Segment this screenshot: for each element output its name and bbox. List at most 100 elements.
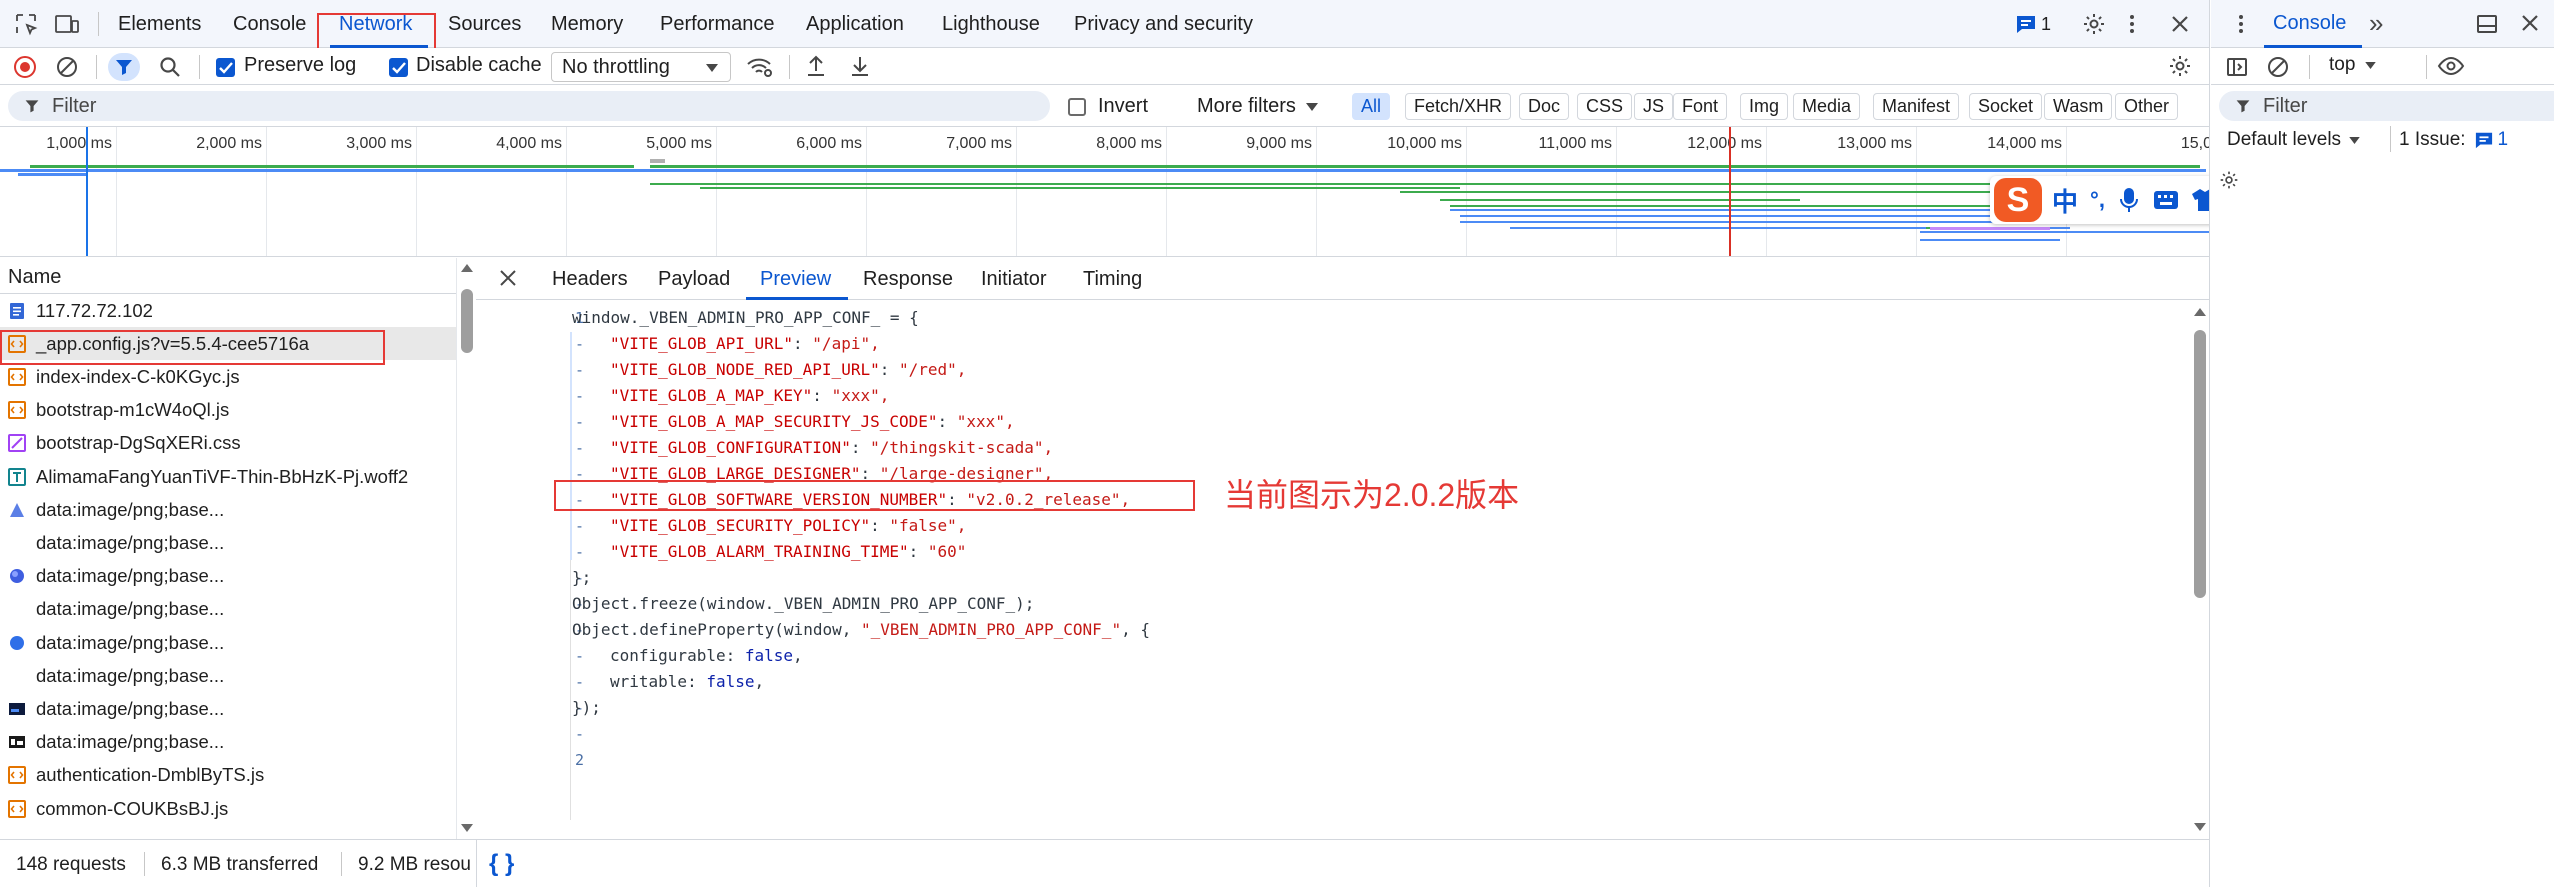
request-row[interactable]: 117.72.72.102 — [0, 294, 456, 327]
preserve-log-checkbox[interactable] — [216, 58, 235, 77]
more-filters-label: More filters — [1197, 95, 1296, 117]
console-settings-gear-icon[interactable] — [2219, 170, 2239, 190]
tab-timing[interactable]: Timing — [1083, 258, 1142, 300]
tab-headers[interactable]: Headers — [552, 258, 628, 300]
request-row[interactable]: AlimamaFangYuanTiVF-Thin-BbHzK-Pj.woff2 — [0, 460, 456, 493]
type-filter-fetch-xhr[interactable]: Fetch/XHR — [1405, 93, 1512, 120]
request-row[interactable]: data:image/png;base... — [0, 493, 456, 526]
version-annotation: 当前图示为2.0.2版本 — [1224, 477, 1520, 513]
export-har-icon[interactable] — [849, 54, 871, 78]
request-row[interactable]: data:image/png;base... — [0, 560, 456, 593]
preview-scrollbar[interactable] — [2190, 300, 2209, 839]
scrollbar-thumb[interactable] — [461, 289, 473, 353]
more-filters-dropdown[interactable]: More filters — [1197, 95, 1318, 118]
request-row[interactable]: common-COUKBsBJ.js — [0, 792, 456, 825]
code-line: "VITE_GLOB_API_URL": "/api", — [610, 334, 880, 354]
tab-privacy-and-security[interactable]: Privacy and security — [1074, 0, 1253, 48]
console-filter-input[interactable]: Filter — [2219, 91, 2554, 121]
type-filter-all[interactable]: All — [1352, 93, 1391, 120]
skin-shirt-icon[interactable] — [2191, 187, 2209, 213]
tab-payload[interactable]: Payload — [658, 258, 730, 300]
request-row[interactable]: data:image/png;base... — [0, 659, 456, 692]
type-filter-font[interactable]: Font — [1673, 93, 1728, 120]
network-conditions-icon[interactable] — [746, 55, 774, 79]
ime-language-toggle[interactable]: 中 — [2052, 182, 2078, 219]
close-details-icon[interactable] — [498, 268, 518, 288]
tab-response[interactable]: Response — [863, 258, 953, 300]
stop-recording-icon[interactable] — [14, 56, 36, 78]
tab-performance[interactable]: Performance — [660, 0, 775, 48]
dock-side-icon[interactable] — [2475, 12, 2499, 36]
sogou-logo-icon[interactable]: S — [1994, 178, 2042, 222]
close-devtools-icon[interactable] — [2168, 12, 2192, 36]
network-overview-timeline[interactable]: 1,000 ms 2,000 ms 3,000 ms 4,000 ms 5,000 ms… — [0, 127, 2210, 257]
tab-lighthouse[interactable]: Lighthouse — [942, 0, 1040, 48]
filter-funnel-icon[interactable] — [108, 53, 140, 81]
tab-console[interactable]: Console — [233, 0, 306, 48]
close-drawer-icon[interactable] — [2519, 12, 2541, 34]
request-row[interactable]: data:image/png;base... — [0, 526, 456, 559]
live-expression-eye-icon[interactable] — [2437, 54, 2465, 78]
clear-console-icon[interactable] — [2267, 56, 2289, 78]
type-filter-css[interactable]: CSS — [1577, 93, 1633, 120]
scrollbar-thumb[interactable] — [2194, 330, 2206, 598]
tab-sources[interactable]: Sources — [448, 0, 521, 48]
tab-elements[interactable]: Elements — [118, 0, 201, 48]
code-line: "VITE_GLOB_A_MAP_SECURITY_JS_CODE": "xxx… — [610, 412, 1015, 432]
clear-log-icon[interactable] — [56, 56, 78, 78]
import-har-icon[interactable] — [805, 54, 827, 78]
filter-input[interactable]: Filter — [8, 91, 1050, 121]
issues-counter[interactable]: 1 — [2015, 12, 2051, 36]
keyboard-icon[interactable] — [2153, 189, 2179, 211]
filter-funnel-icon — [25, 100, 39, 113]
request-row[interactable]: authentication-DmblByTS.js — [0, 759, 456, 792]
ime-toolbar[interactable]: S 中 °, Ai — [1990, 176, 2209, 224]
type-filter-media[interactable]: Media — [1793, 93, 1861, 120]
tab-preview[interactable]: Preview — [760, 258, 831, 300]
timeline-tick-label: 15,0 — [2180, 135, 2210, 152]
request-row[interactable]: data:image/png;base... — [0, 593, 456, 626]
tab-memory[interactable]: Memory — [551, 0, 623, 48]
type-filter-js[interactable]: JS — [1634, 93, 1674, 120]
script-file-icon — [8, 367, 26, 386]
tab-initiator[interactable]: Initiator — [981, 258, 1047, 300]
more-tabs-chevron-icon[interactable]: » — [2369, 8, 2383, 39]
pretty-print-button[interactable]: { } — [489, 850, 514, 878]
microphone-icon[interactable] — [2119, 187, 2139, 213]
inspect-element-icon[interactable] — [14, 12, 38, 36]
show-sidebar-icon[interactable] — [2225, 55, 2249, 79]
type-filter-img[interactable]: Img — [1740, 93, 1789, 120]
device-toolbar-icon[interactable] — [54, 12, 80, 36]
indent-guide — [570, 332, 572, 560]
more-options-icon[interactable] — [2128, 12, 2136, 36]
request-row[interactable]: bootstrap-DgSqXERi.css — [0, 427, 456, 460]
request-row[interactable]: data:image/png;base... — [0, 726, 456, 759]
timeline-bar — [650, 165, 2200, 168]
request-row[interactable]: data:image/png;base... — [0, 692, 456, 725]
type-filter-socket[interactable]: Socket — [1969, 93, 2043, 120]
type-filter-manifest[interactable]: Manifest — [1873, 93, 1960, 120]
settings-gear-icon[interactable] — [2082, 12, 2106, 36]
invert-checkbox[interactable] — [1068, 98, 1086, 116]
console-issues-counter[interactable]: 1 Issue: 1 — [2399, 129, 2508, 151]
type-filter-other[interactable]: Other — [2115, 93, 2179, 120]
disable-cache-checkbox[interactable] — [389, 58, 408, 77]
status-divider — [341, 852, 342, 876]
throttling-select[interactable]: No throttling — [551, 52, 731, 82]
type-filter-doc[interactable]: Doc — [1519, 93, 1570, 120]
timeline-gridline — [716, 127, 717, 256]
ime-punctuation-toggle[interactable]: °, — [2090, 187, 2105, 213]
type-filter-wasm[interactable]: Wasm — [2044, 93, 2113, 120]
context-selector[interactable]: top — [2329, 54, 2377, 76]
drawer-menu-icon[interactable] — [2237, 12, 2245, 36]
request-list-scrollbar[interactable] — [456, 258, 476, 839]
request-row[interactable]: index-index-C-k0KGyc.js — [0, 360, 456, 393]
tab-application[interactable]: Application — [806, 0, 904, 48]
log-levels-dropdown[interactable]: Default levels — [2227, 129, 2360, 151]
name-column-header[interactable]: Name — [8, 266, 61, 289]
request-row[interactable]: bootstrap-m1cW4oQl.js — [0, 394, 456, 427]
tab-console-drawer[interactable]: Console — [2273, 12, 2346, 35]
search-icon[interactable] — [158, 55, 182, 79]
network-settings-gear-icon[interactable] — [2168, 54, 2192, 78]
request-row[interactable]: data:image/png;base... — [0, 626, 456, 659]
